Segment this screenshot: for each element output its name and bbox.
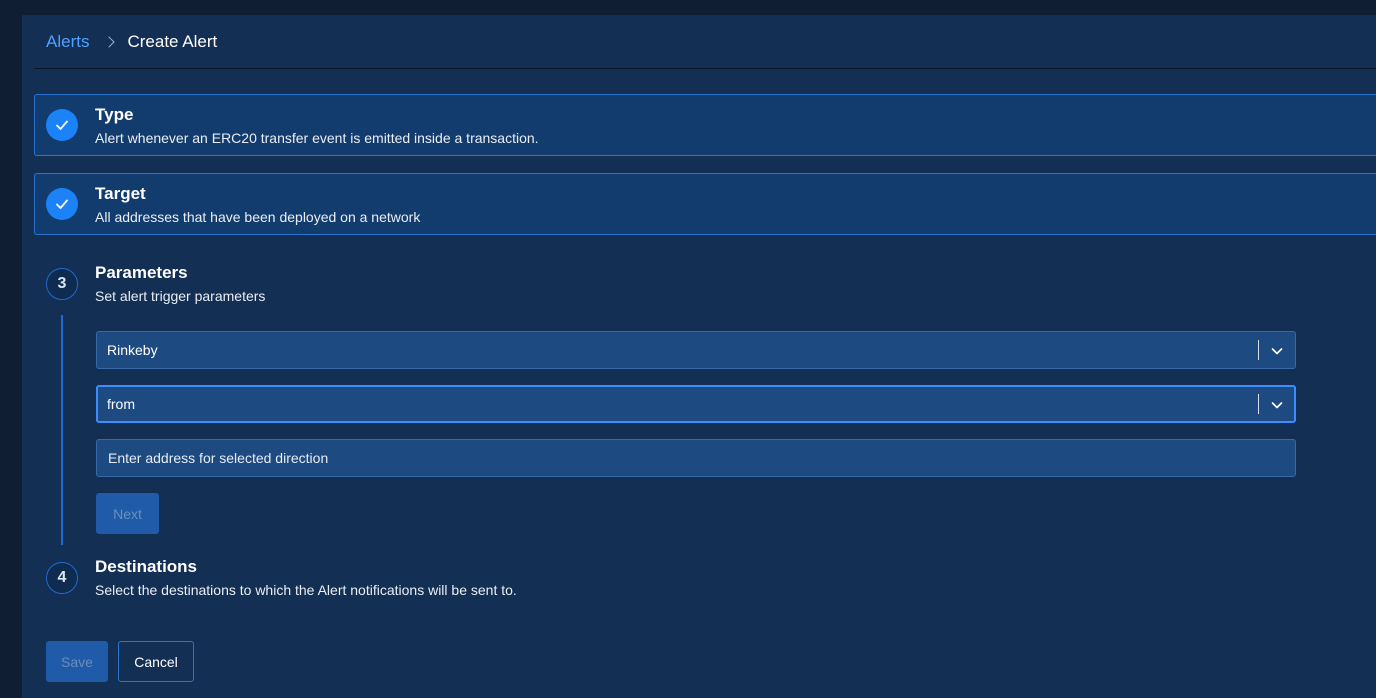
breadcrumb-alerts-link[interactable]: Alerts — [46, 32, 89, 52]
step-type[interactable]: Type Alert whenever an ERC20 transfer ev… — [34, 94, 1376, 156]
chevron-right-icon — [103, 36, 116, 48]
select-separator — [1258, 394, 1259, 414]
step-description: Set alert trigger parameters — [95, 288, 266, 304]
step-target[interactable]: Target All addresses that have been depl… — [34, 173, 1376, 235]
step-title: Parameters — [95, 263, 188, 282]
chevron-down-icon[interactable] — [1267, 341, 1287, 361]
direction-select-value: from — [107, 396, 135, 412]
step-complete-badge — [46, 109, 78, 141]
network-select-value: Rinkeby — [107, 342, 158, 358]
step-title: Destinations — [95, 557, 198, 576]
chevron-down-icon[interactable] — [1267, 395, 1287, 415]
check-icon — [56, 199, 68, 209]
save-button[interactable]: Save — [46, 641, 108, 682]
direction-select[interactable]: from — [96, 385, 1296, 423]
address-input[interactable] — [96, 439, 1296, 477]
step-description: Select the destinations to which the Ale… — [95, 582, 517, 598]
breadcrumb: Alerts Create Alert — [46, 32, 217, 52]
next-button[interactable]: Next — [96, 493, 159, 534]
header-divider — [34, 68, 1376, 69]
step-number-badge: 3 — [46, 268, 78, 300]
step-description: Alert whenever an ERC20 transfer event i… — [95, 130, 539, 146]
breadcrumb-current: Create Alert — [127, 32, 218, 51]
step-description: All addresses that have been deployed on… — [95, 209, 421, 225]
create-alert-panel: Alerts Create Alert Type Alert whenever … — [22, 15, 1376, 698]
check-icon — [56, 120, 68, 130]
network-select[interactable]: Rinkeby — [96, 331, 1296, 369]
step-title: Type — [95, 105, 134, 124]
step-title: Target — [95, 184, 146, 203]
step-connector-line — [61, 315, 63, 545]
step-number-badge: 4 — [46, 562, 78, 594]
cancel-button[interactable]: Cancel — [118, 641, 194, 682]
select-separator — [1258, 340, 1259, 360]
step-complete-badge — [46, 188, 78, 220]
